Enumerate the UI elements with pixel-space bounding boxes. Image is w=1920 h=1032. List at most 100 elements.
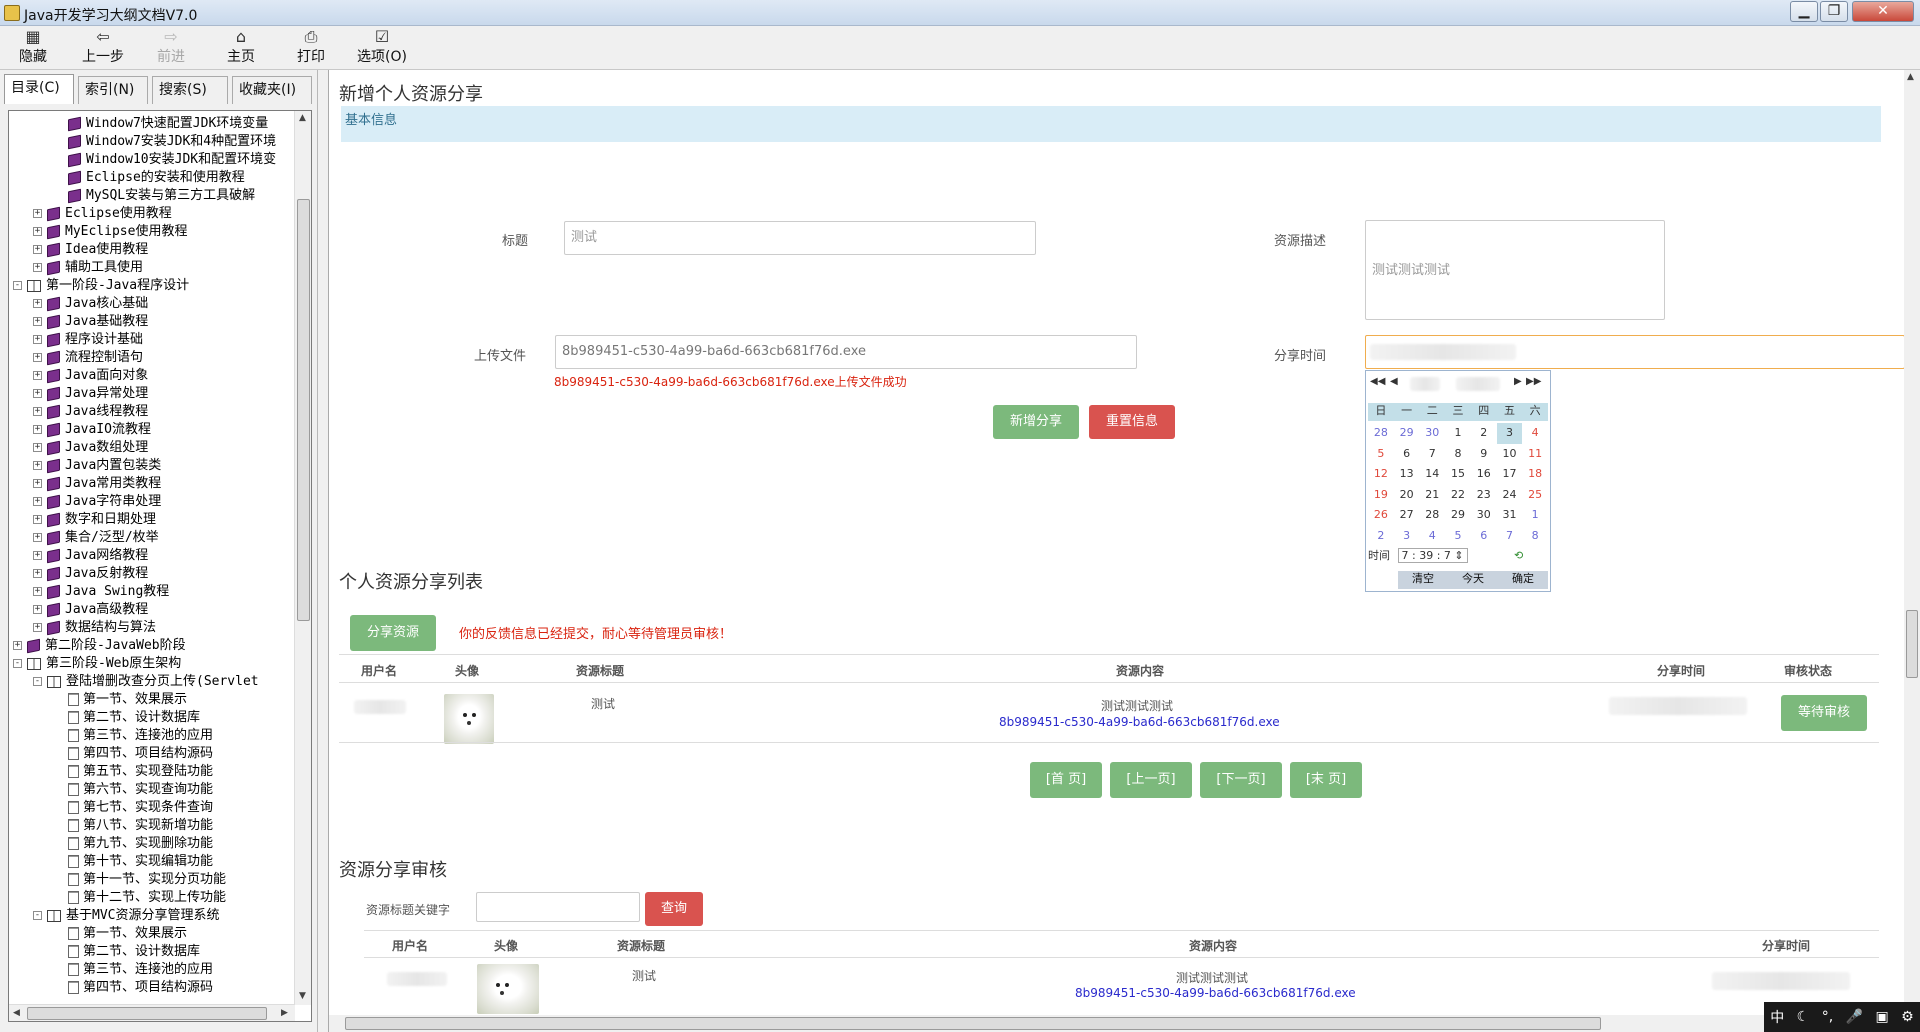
expand-icon[interactable]: + bbox=[33, 353, 42, 362]
calendar-day[interactable]: 19 bbox=[1368, 485, 1394, 506]
tree-item[interactable]: + Java内置包装类 bbox=[33, 457, 161, 475]
tree-item[interactable]: + Java核心基础 bbox=[33, 295, 148, 313]
calendar-day[interactable]: 13 bbox=[1394, 464, 1420, 485]
content-vertical-thumb[interactable] bbox=[1906, 610, 1918, 678]
ime-chinese-icon[interactable]: 中 bbox=[1770, 1007, 1784, 1027]
prev-month-icon[interactable]: ◀ bbox=[1390, 376, 1398, 387]
tree-item[interactable]: 第五节、实现登陆功能 bbox=[53, 763, 213, 781]
calendar-day[interactable]: 14 bbox=[1419, 464, 1445, 485]
content-horizontal-scrollbar[interactable] bbox=[329, 1015, 1905, 1032]
tree-item[interactable]: + 集合/泛型/枚举 bbox=[33, 529, 159, 547]
tree-item[interactable]: 第四节、项目结构源码 bbox=[53, 745, 213, 763]
ime-moon-icon[interactable]: ☾ bbox=[1797, 1009, 1810, 1025]
options-button[interactable]: ☑ 选项(O) bbox=[348, 28, 416, 68]
title-input[interactable]: 测试 bbox=[564, 221, 1036, 255]
scroll-right-icon[interactable]: ▶ bbox=[281, 1008, 288, 1018]
expand-icon[interactable]: + bbox=[33, 371, 42, 380]
tree-item[interactable]: 第一节、效果展示 bbox=[53, 691, 187, 709]
calendar-day[interactable]: 8 bbox=[1445, 444, 1471, 465]
tree-item[interactable]: Window10安装JDK和配置环境变 bbox=[53, 151, 276, 169]
calendar-day[interactable]: 8 bbox=[1522, 526, 1548, 547]
calendar-day[interactable]: 10 bbox=[1497, 444, 1523, 465]
calendar-days[interactable]: 28 29 30 1 2 3 4 5 6 7 8 9 10 11 12 13 14 15 16 17 18 19 20 21 2… bbox=[1368, 423, 1548, 546]
calendar-day[interactable]: 7 bbox=[1497, 526, 1523, 547]
tree-item[interactable]: + 程序设计基础 bbox=[33, 331, 143, 349]
expand-icon[interactable]: + bbox=[33, 425, 42, 434]
expand-icon[interactable]: + bbox=[33, 461, 42, 470]
calendar-day[interactable]: 30 bbox=[1471, 505, 1497, 526]
calendar-day[interactable]: 1 bbox=[1445, 423, 1471, 444]
tree-item[interactable]: + Java高级教程 bbox=[33, 601, 148, 619]
ime-keyboard-icon[interactable]: ▣ bbox=[1875, 1009, 1888, 1025]
tree-item[interactable]: + 第二阶段-JavaWeb阶段 bbox=[13, 637, 186, 655]
tree-item[interactable]: 第二节、设计数据库 bbox=[53, 943, 200, 961]
calendar-day[interactable]: 4 bbox=[1419, 526, 1445, 547]
expand-icon[interactable]: + bbox=[33, 551, 42, 560]
minute-value[interactable]: 39 bbox=[1419, 549, 1433, 562]
tree-item[interactable]: + 辅助工具使用 bbox=[33, 259, 143, 277]
tree-item[interactable]: 第二节、设计数据库 bbox=[53, 709, 200, 727]
second-value[interactable]: 7 bbox=[1444, 549, 1451, 562]
review-row-file-link[interactable]: 8b989451-c530-4a99-ba6d-663cb681f76d.exe bbox=[1075, 986, 1356, 1000]
time-spinner[interactable]: 7 : 39 : 7 ⇕ bbox=[1397, 548, 1468, 563]
tree-item[interactable]: + Java反射教程 bbox=[33, 565, 148, 583]
expand-icon[interactable]: + bbox=[33, 389, 42, 398]
tree-item[interactable]: 第十节、实现编辑功能 bbox=[53, 853, 213, 871]
tree-item[interactable]: 第十一节、实现分页功能 bbox=[53, 871, 226, 889]
tree-item[interactable]: + Idea使用教程 bbox=[33, 241, 148, 259]
first-page-button[interactable]: [首 页] bbox=[1030, 762, 1102, 798]
cal-ok-button[interactable]: 确定 bbox=[1498, 571, 1548, 589]
content-horizontal-thumb[interactable] bbox=[345, 1017, 1601, 1030]
share-time-input[interactable] bbox=[1365, 335, 1905, 369]
tree-item[interactable]: MySQL安装与第三方工具破解 bbox=[53, 187, 255, 205]
tree-item[interactable]: + 流程控制语句 bbox=[33, 349, 143, 367]
calendar-day[interactable]: 5 bbox=[1445, 526, 1471, 547]
calendar-day[interactable]: 12 bbox=[1368, 464, 1394, 485]
expand-icon[interactable]: + bbox=[13, 641, 22, 650]
refresh-icon[interactable]: ⟲ bbox=[1514, 547, 1523, 565]
expand-icon[interactable]: + bbox=[33, 569, 42, 578]
tree-horizontal-thumb[interactable] bbox=[27, 1007, 267, 1020]
next-page-button[interactable]: [下一页] bbox=[1200, 762, 1282, 798]
calendar-day[interactable]: 15 bbox=[1445, 464, 1471, 485]
next-year-icon[interactable]: ▶▶ bbox=[1526, 376, 1541, 387]
tab-favorites[interactable]: 收藏夹(I) bbox=[232, 76, 312, 104]
calendar-day[interactable]: 11 bbox=[1522, 444, 1548, 465]
contents-tree[interactable]: Window7快速配置JDK环境变量 Window7安装JDK和4种配置环境 Win… bbox=[8, 110, 312, 1022]
expand-icon[interactable]: + bbox=[33, 299, 42, 308]
hour-value[interactable]: 7 bbox=[1402, 549, 1409, 562]
tree-item[interactable]: + 数据结构与算法 bbox=[33, 619, 156, 637]
tree-item[interactable]: 第三节、连接池的应用 bbox=[53, 727, 213, 745]
tree-item[interactable]: 第七节、实现条件查询 bbox=[53, 799, 213, 817]
calendar-day[interactable]: 20 bbox=[1394, 485, 1420, 506]
tree-item[interactable]: + Java异常处理 bbox=[33, 385, 148, 403]
tree-item[interactable]: 第一节、效果展示 bbox=[53, 925, 187, 943]
tree-item[interactable]: + JavaIO流教程 bbox=[33, 421, 151, 439]
tree-item[interactable]: + Java常用类教程 bbox=[33, 475, 161, 493]
collapse-icon[interactable]: - bbox=[33, 911, 42, 920]
tree-item[interactable]: Window7安装JDK和4种配置环境 bbox=[53, 133, 276, 151]
calendar-day[interactable]: 30 bbox=[1419, 423, 1445, 444]
scroll-left-icon[interactable]: ◀ bbox=[13, 1008, 20, 1018]
content-vertical-scrollbar[interactable]: ▲ bbox=[1904, 70, 1920, 1012]
expand-icon[interactable]: + bbox=[33, 443, 42, 452]
tree-item[interactable]: + Java字符串处理 bbox=[33, 493, 161, 511]
prev-page-button[interactable]: [上一页] bbox=[1110, 762, 1192, 798]
calendar-day[interactable]: 5 bbox=[1368, 444, 1394, 465]
scroll-up-icon[interactable]: ▲ bbox=[1907, 72, 1914, 82]
tab-index[interactable]: 索引(N) bbox=[78, 76, 148, 104]
tree-item[interactable]: + Java Swing教程 bbox=[33, 583, 169, 601]
calendar-day[interactable]: 31 bbox=[1497, 505, 1523, 526]
calendar-day[interactable]: 28 bbox=[1368, 423, 1394, 444]
expand-icon[interactable]: + bbox=[33, 209, 42, 218]
next-month-icon[interactable]: ▶ bbox=[1514, 376, 1522, 387]
tree-item[interactable]: 第四节、项目结构源码 bbox=[53, 979, 213, 997]
expand-icon[interactable]: + bbox=[33, 587, 42, 596]
calendar-day[interactable]: 4 bbox=[1522, 423, 1548, 444]
collapse-icon[interactable]: - bbox=[33, 677, 42, 686]
print-button[interactable]: ⎙ 打印 bbox=[282, 28, 340, 68]
submit-share-button[interactable]: 新增分享 bbox=[993, 405, 1079, 439]
expand-icon[interactable]: + bbox=[33, 479, 42, 488]
calendar-day[interactable]: 28 bbox=[1419, 505, 1445, 526]
last-page-button[interactable]: [末 页] bbox=[1290, 762, 1362, 798]
